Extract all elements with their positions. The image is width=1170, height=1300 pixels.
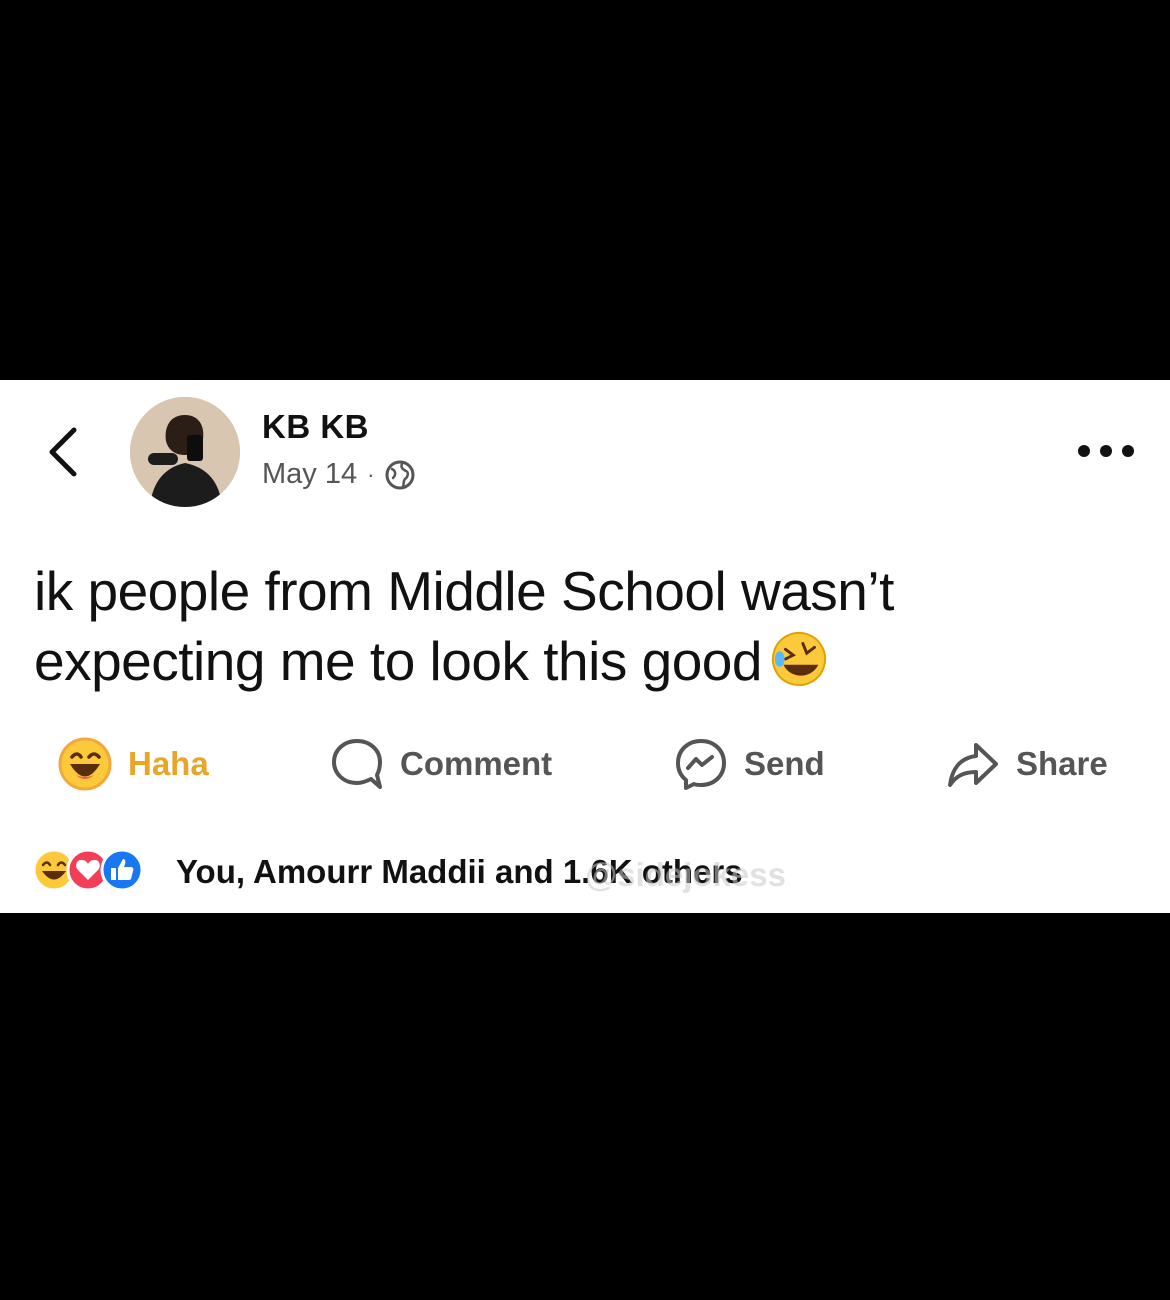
avatar[interactable] — [130, 397, 240, 507]
share-label: Share — [1016, 745, 1108, 782]
comment-label: Comment — [400, 745, 553, 782]
watermark: @sidejokess — [585, 856, 786, 893]
send-label: Send — [744, 745, 825, 782]
haha-emoji-icon — [58, 737, 112, 791]
haha-reaction-button[interactable]: Haha — [58, 736, 209, 792]
messenger-icon — [676, 739, 726, 790]
rolling-laughing-emoji-icon — [771, 631, 827, 687]
comment-bubble-icon — [332, 739, 382, 789]
reaction-icons[interactable] — [32, 848, 144, 892]
back-arrow-icon[interactable] — [44, 424, 84, 480]
globe-icon — [385, 460, 415, 489]
avatar-photo — [130, 397, 240, 507]
haha-label: Haha — [128, 745, 209, 782]
comment-button[interactable]: Comment — [330, 736, 552, 792]
more-options-icon[interactable] — [1078, 440, 1134, 462]
post-body: ik people from Middle School wasn’t expe… — [34, 560, 894, 692]
post-meta: May 14 · — [262, 458, 416, 491]
author-name[interactable]: KB KB — [262, 408, 369, 446]
send-button[interactable]: Send — [674, 736, 825, 792]
meta-separator: · — [367, 461, 375, 487]
post-text: ik people from Middle School wasn’t expe… — [34, 556, 1134, 696]
share-arrow-icon — [948, 743, 998, 787]
post-date[interactable]: May 14 — [262, 458, 357, 491]
like-reaction-icon — [100, 848, 144, 892]
share-button[interactable]: Share — [946, 736, 1108, 792]
